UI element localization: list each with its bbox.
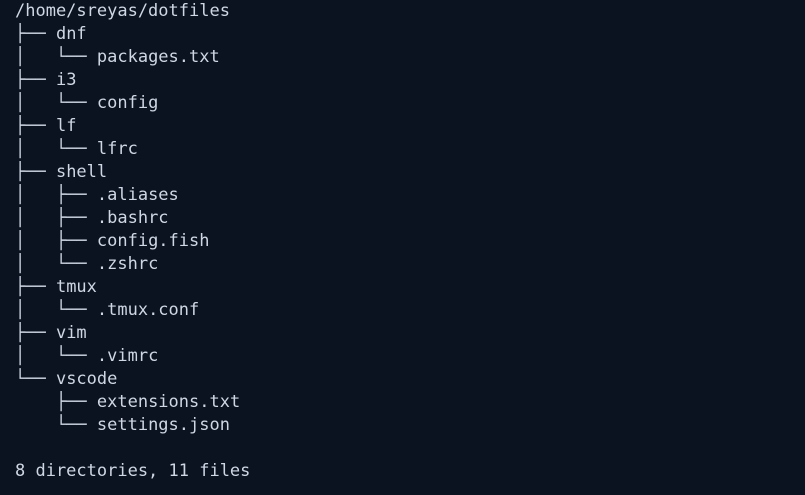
tree-branch: │ └── [15,93,97,113]
tree-line: │ └── .tmux.conf [15,299,805,322]
tree-line: └── vscode [15,368,805,391]
tree-branch: ├── [15,323,56,343]
tree-entry-extensions-txt: extensions.txt [96,392,241,412]
terminal-window: /home/sreyas/dotfiles ├── dnf │ └── pack… [0,0,805,495]
tree-branch: │ ├── [15,231,97,251]
root-path: /home/sreyas/dotfiles [15,1,230,21]
tree-branch: ├── [15,277,56,297]
tree-line: ├── i3 [15,69,805,92]
tree-branch: │ └── [15,300,97,320]
tree-line: │ ├── .bashrc [15,207,805,230]
tree-line: ├── dnf [15,23,805,46]
tree-entry-config: config [96,93,159,113]
tree-line: │ └── packages.txt [15,46,805,69]
tree-line: └── settings.json [15,414,805,437]
tree-entry-shell: shell [55,162,108,182]
tree-entry-dnf: dnf [55,24,87,44]
tree-branch: ├── [15,24,56,44]
tree-branch: ├── [15,392,97,412]
tree-entry-lfrc: lfrc [96,139,138,159]
tree-entry-packages-txt: packages.txt [96,47,220,67]
tree-entry-zshrc: .zshrc [96,254,159,274]
tree-entry-aliases: .aliases [96,185,179,205]
tree-line: ├── vim [15,322,805,345]
tree-line: ├── lf [15,115,805,138]
tree-entry-vscode: vscode [55,369,118,389]
tree-line: │ └── .zshrc [15,253,805,276]
tree-branch: │ └── [15,254,97,274]
tree-entry-vim: vim [55,323,87,343]
tree-line: │ ├── config.fish [15,230,805,253]
tree-line: │ ├── .aliases [15,184,805,207]
tree-branch: │ └── [15,139,97,159]
tree-entry-lf: lf [55,116,77,136]
tree-line: ├── tmux [15,276,805,299]
tree-line: │ └── .vimrc [15,345,805,368]
tree-branch: ├── [15,70,56,90]
tree-branch: ├── [15,162,56,182]
tree-entry-vimrc: .vimrc [96,346,159,366]
tree-line: ├── shell [15,161,805,184]
tree-branch: │ └── [15,47,97,67]
tree-line: ├── extensions.txt [15,391,805,414]
tree-entry-bashrc: .bashrc [96,208,169,228]
tree-summary: 8 directories, 11 files [15,461,251,481]
tree-entry-tmux-conf: .tmux.conf [96,300,200,320]
tree-entry-i3: i3 [55,70,77,90]
tree-branch: └── [15,369,56,389]
tree-branch: │ ├── [15,185,97,205]
tree-branch: │ ├── [15,208,97,228]
tree-entry-settings-json: settings.json [96,415,230,435]
tree-line: │ └── config [15,92,805,115]
tree-entry-config-fish: config.fish [96,231,210,251]
tree-branch: └── [15,415,97,435]
tree-line: │ └── lfrc [15,138,805,161]
tree-branch: │ └── [15,346,97,366]
tree-entry-tmux: tmux [55,277,97,297]
tree-branch: ├── [15,116,56,136]
